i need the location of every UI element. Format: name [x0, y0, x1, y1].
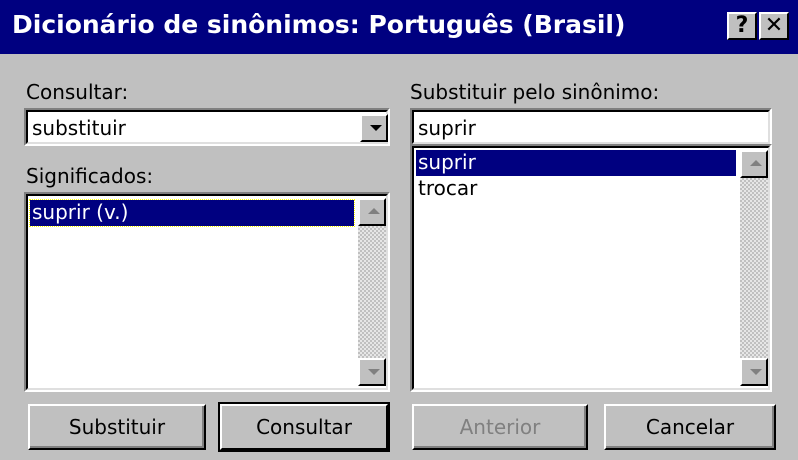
- consultar-value: substituir: [32, 116, 126, 140]
- help-icon: ?: [735, 13, 749, 38]
- help-button[interactable]: ?: [727, 12, 757, 40]
- consultar-dropdown-button[interactable]: [360, 114, 388, 142]
- significados-listbox[interactable]: suprir (v.): [24, 192, 390, 392]
- scroll-up-button[interactable]: [740, 150, 768, 178]
- list-item-selected[interactable]: suprir (v.): [29, 199, 355, 227]
- arrow-up-icon: [368, 208, 380, 214]
- significados-scrollbar[interactable]: [358, 198, 386, 386]
- arrow-up-icon: [750, 160, 762, 166]
- consultar-button[interactable]: Consultar: [218, 402, 390, 452]
- consultar-combobox[interactable]: substituir: [24, 108, 390, 146]
- close-icon: ✕: [764, 13, 784, 38]
- list-item-selected[interactable]: suprir: [416, 150, 736, 176]
- cancelar-button[interactable]: Cancelar: [604, 404, 776, 450]
- arrow-down-icon: [368, 369, 380, 375]
- title-bar: Dicionário de sinônimos: Português (Bras…: [0, 0, 798, 54]
- significados-label: Significados:: [26, 164, 154, 188]
- anterior-button[interactable]: Anterior: [412, 404, 588, 450]
- close-button[interactable]: ✕: [759, 12, 789, 40]
- arrow-down-icon: [750, 369, 762, 375]
- list-item[interactable]: trocar: [418, 176, 477, 200]
- scroll-down-button[interactable]: [740, 358, 768, 386]
- substituir-button[interactable]: Substituir: [28, 404, 206, 450]
- substituir-value: suprir: [418, 116, 476, 140]
- scroll-down-button[interactable]: [358, 358, 386, 386]
- chevron-down-icon: [370, 125, 382, 131]
- scroll-up-button[interactable]: [358, 198, 386, 226]
- substituir-input[interactable]: suprir: [410, 108, 772, 146]
- sinonimos-scrollbar[interactable]: [740, 150, 768, 386]
- substituir-label: Substituir pelo sinônimo:: [410, 80, 660, 104]
- window-title: Dicionário de sinônimos: Português (Bras…: [12, 10, 626, 39]
- consultar-label: Consultar:: [26, 80, 129, 104]
- sinonimos-listbox[interactable]: suprir trocar: [410, 144, 772, 392]
